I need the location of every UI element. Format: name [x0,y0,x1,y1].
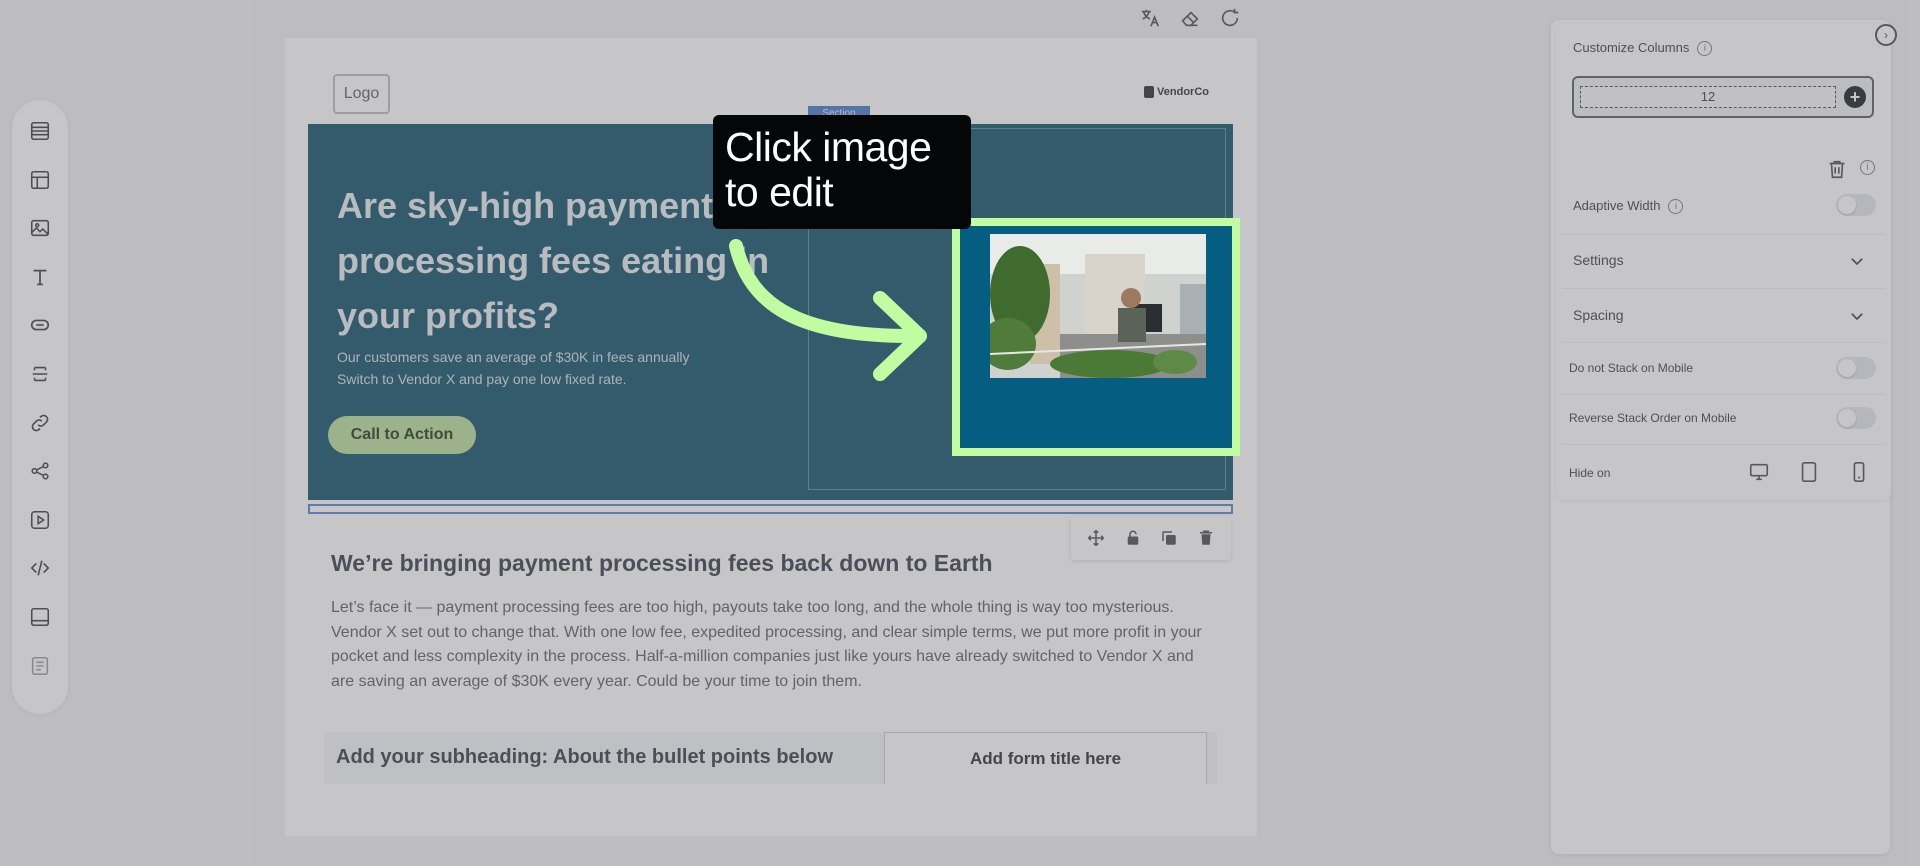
hero-image[interactable] [990,234,1206,378]
tour-arrow-icon [729,239,927,381]
tour-tooltip: Click image to edit [713,115,971,229]
highlighted-image-column[interactable] [952,218,1240,456]
